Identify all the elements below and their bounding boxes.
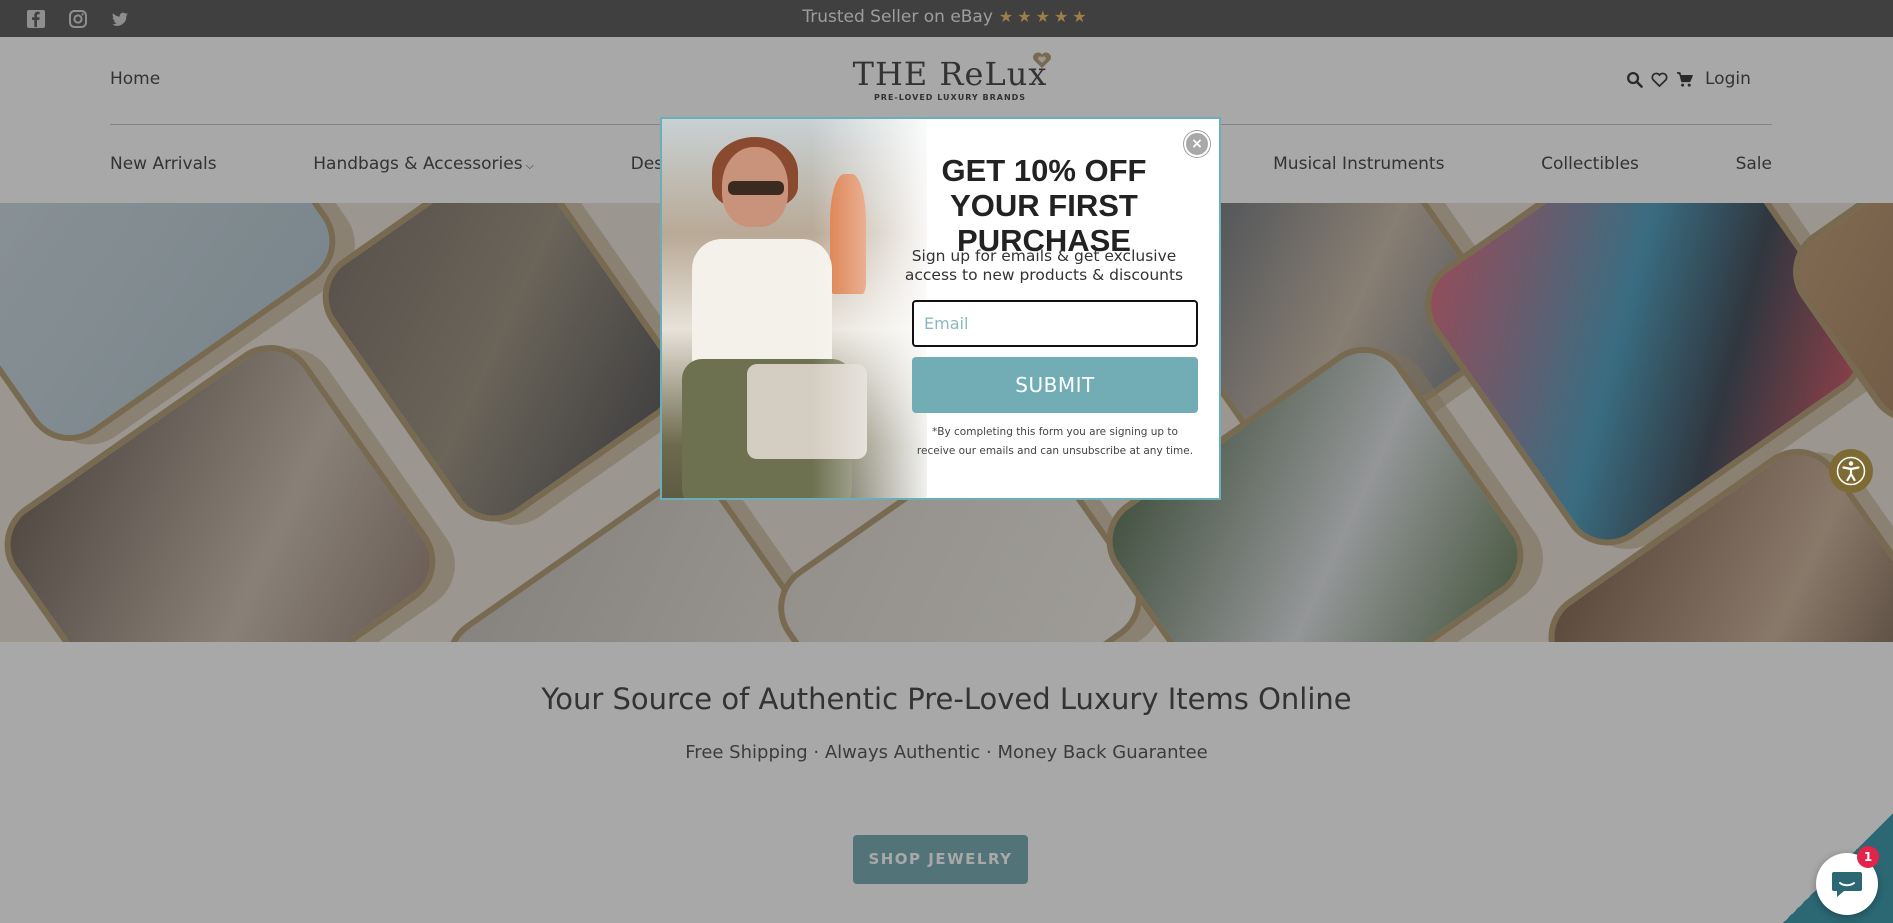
email-signup-popup: × GET 10% OFF YOUR FIRST PURCHASE Sign u… xyxy=(660,117,1221,500)
popup-disclaimer: *By completing this form you are signing… xyxy=(916,426,1194,457)
popup-description: Sign up for emails & get exclusive acces… xyxy=(904,247,1184,284)
chat-icon xyxy=(1832,872,1862,897)
submit-button[interactable]: SUBMIT xyxy=(912,357,1198,413)
email-field[interactable] xyxy=(912,300,1198,347)
accessibility-button[interactable] xyxy=(1829,449,1873,493)
photo-sunglasses xyxy=(728,181,784,195)
popup-title: GET 10% OFF YOUR FIRST PURCHASE xyxy=(941,153,1147,258)
photo-top xyxy=(692,239,832,369)
accessibility-icon xyxy=(1836,456,1866,486)
chat-unread-badge: 1 xyxy=(1857,846,1879,868)
